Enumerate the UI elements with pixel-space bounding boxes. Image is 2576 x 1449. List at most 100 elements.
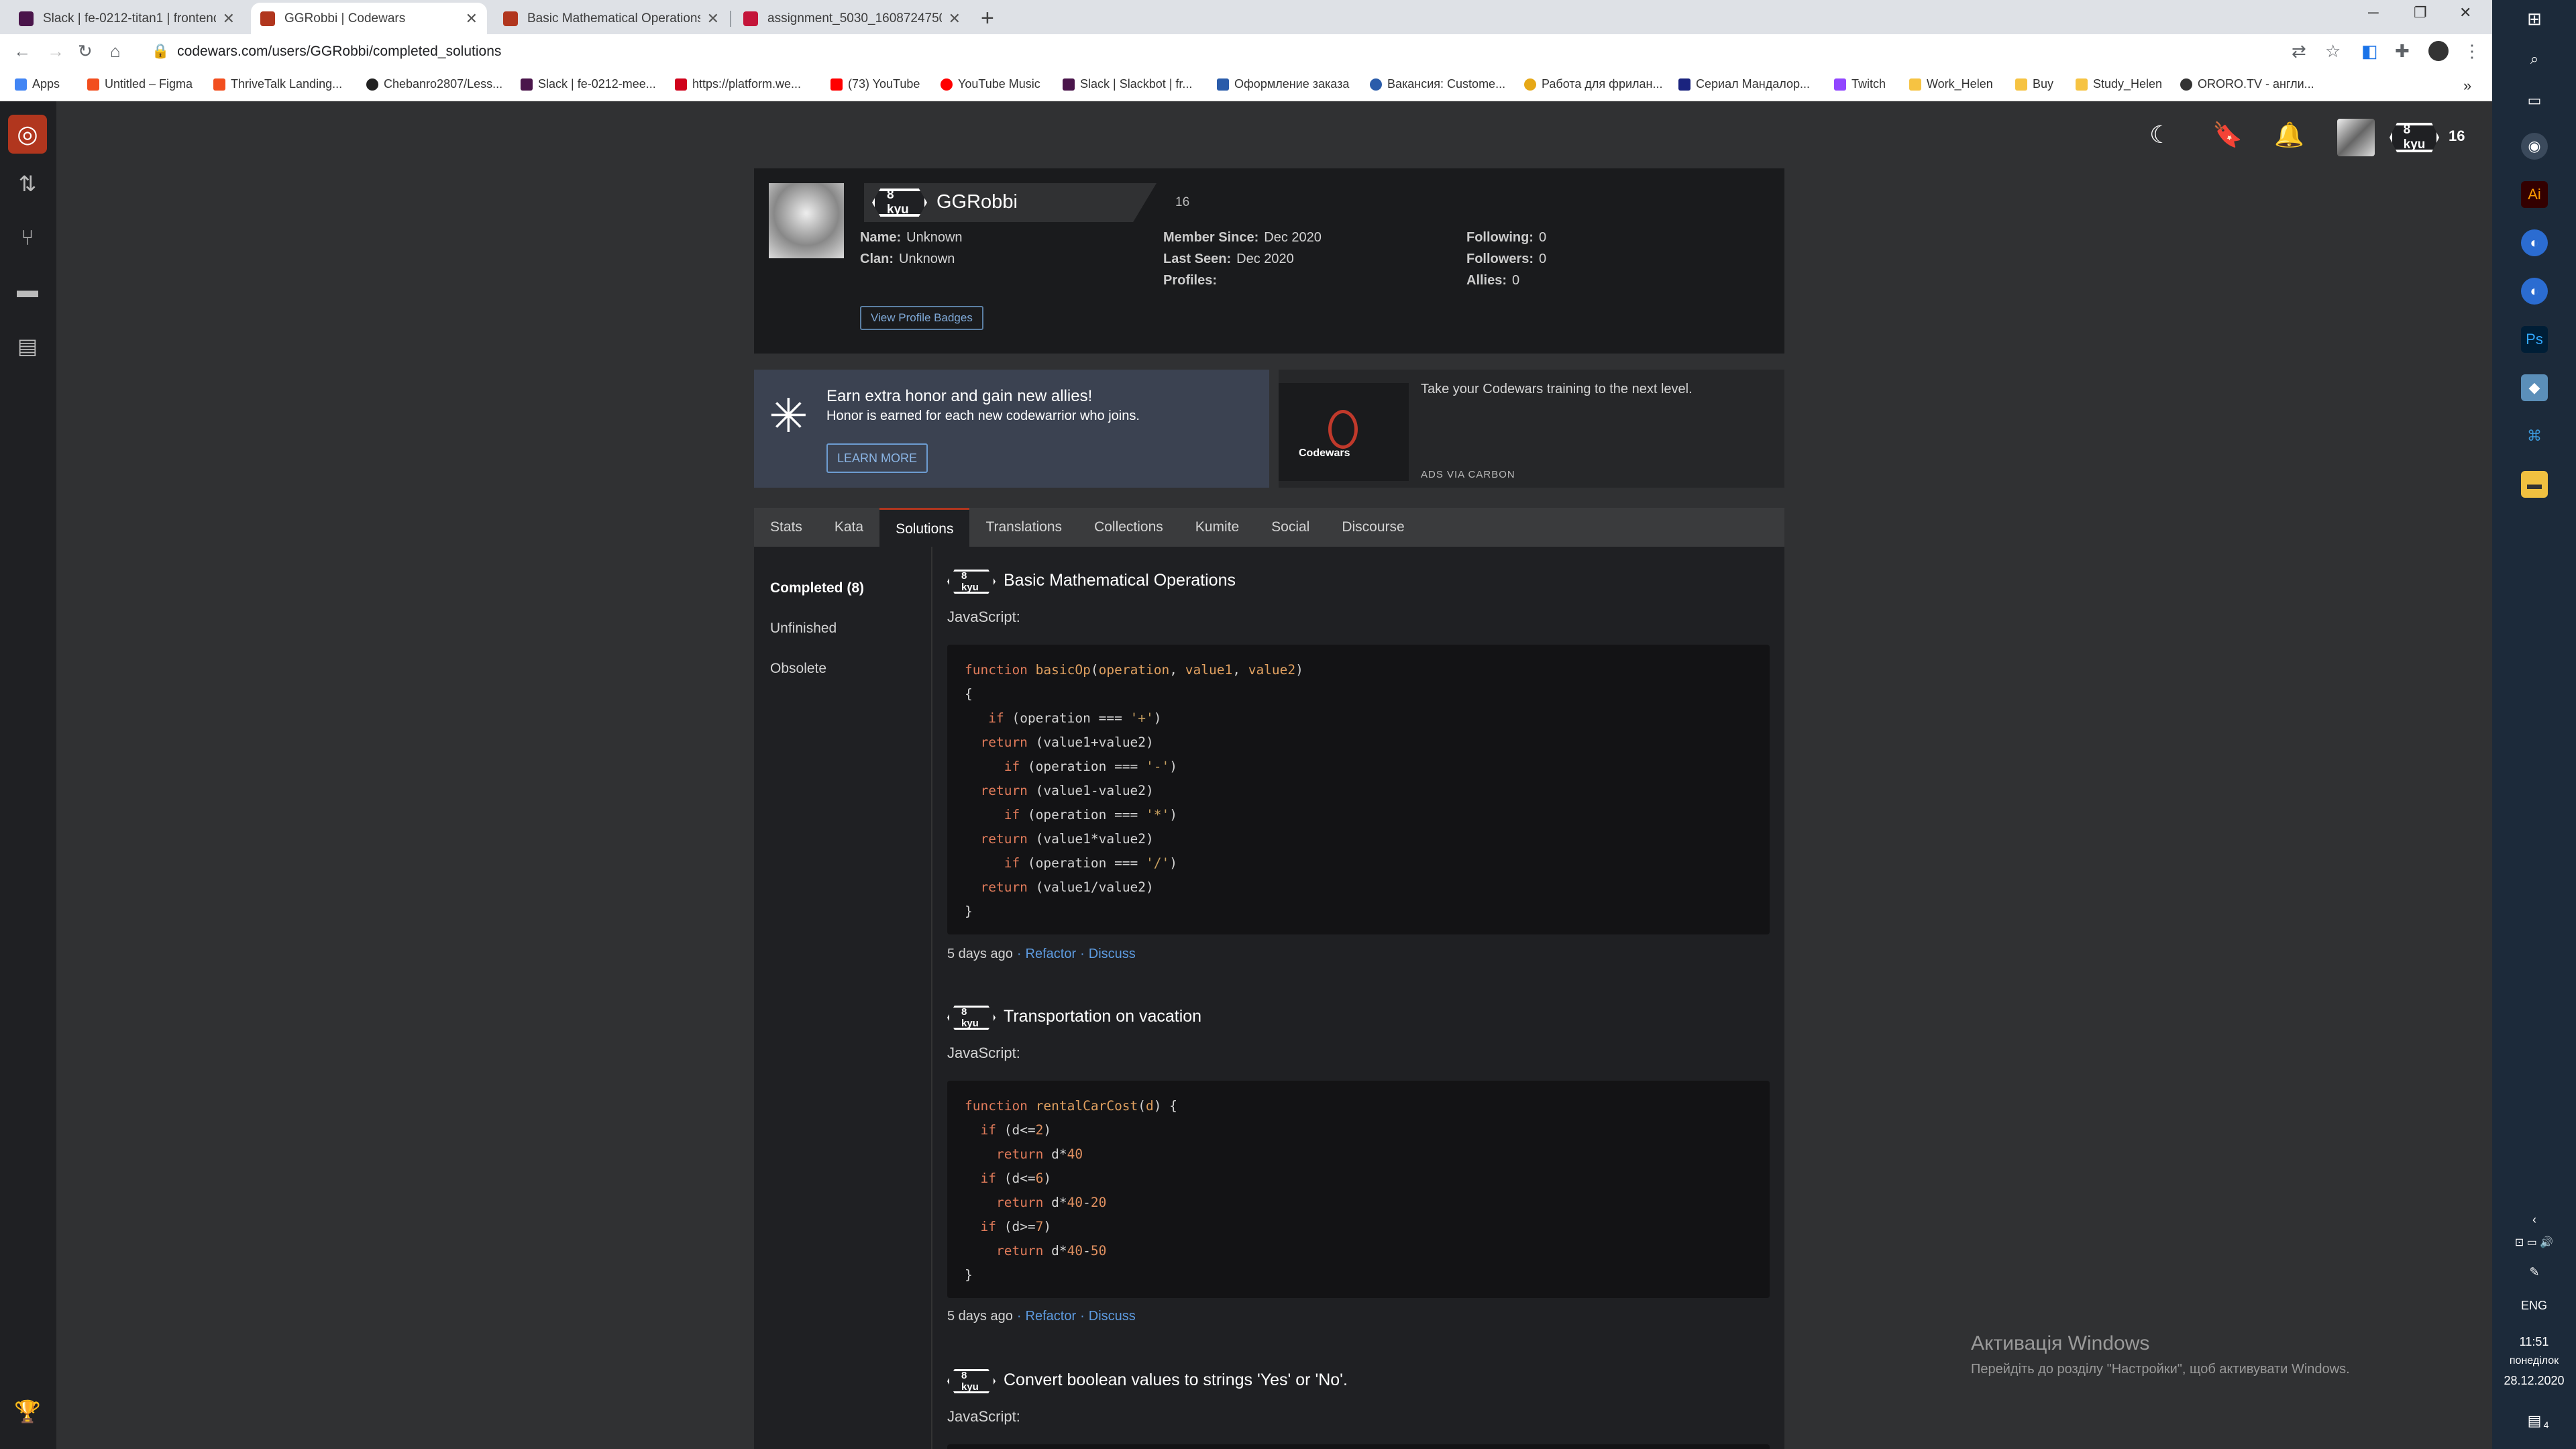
solution-title[interactable]: Convert boolean values to strings 'Yes' …: [1004, 1371, 1348, 1390]
trophy-icon[interactable]: 🏆: [12, 1396, 43, 1427]
new-tab-button[interactable]: +: [981, 5, 994, 32]
rank-badge[interactable]: 8 kyu: [2390, 123, 2439, 152]
bookmark-item[interactable]: Сериал Мандалор...: [1678, 77, 1810, 91]
tab-translations[interactable]: Translations: [969, 508, 1078, 547]
solution-title[interactable]: Basic Mathematical Operations: [1004, 571, 1236, 590]
close-tab-icon[interactable]: ✕: [466, 10, 478, 28]
bookmark-item[interactable]: ORORO.TV - англи...: [2180, 77, 2314, 91]
learn-more-button[interactable]: LEARN MORE: [826, 443, 928, 473]
bookmarks-icon[interactable]: 🔖: [2212, 121, 2243, 149]
bookmark-item[interactable]: Оформление заказа: [1217, 77, 1349, 91]
chrome-icon[interactable]: ◉: [2521, 133, 2548, 160]
close-tab-icon[interactable]: ✕: [223, 10, 235, 28]
bookmark-apps[interactable]: Apps: [15, 77, 60, 91]
bookmark-item[interactable]: Untitled – Figma: [87, 77, 193, 91]
dark-mode-icon[interactable]: ☾: [2149, 121, 2171, 149]
more-bookmarks-icon[interactable]: »: [2463, 77, 2471, 95]
solution-code[interactable]: function basicOp(operation, value1, valu…: [947, 645, 1770, 934]
bookmark-item[interactable]: Slack | fe-0212-mee...: [521, 77, 656, 91]
windows-start-icon[interactable]: ⊞: [2521, 5, 2548, 32]
translator-extension-icon[interactable]: ◧: [2361, 41, 2378, 62]
user-avatar[interactable]: [2337, 119, 2375, 156]
bookmark-item[interactable]: Вакансия: Custome...: [1370, 77, 1505, 91]
browser-tab-kata[interactable]: Basic Mathematical Operations | Codewars…: [494, 3, 729, 34]
ad-text[interactable]: Take your Codewars training to the next …: [1421, 382, 1693, 397]
kumite-icon[interactable]: ⑂: [12, 222, 43, 253]
bookmark-star-icon[interactable]: ☆: [2325, 41, 2341, 62]
app-icon[interactable]: ◐: [2521, 278, 2548, 305]
browser-tab-assignment[interactable]: assignment_5030_1608724750482 ✕: [734, 3, 970, 34]
account-avatar[interactable]: [2428, 41, 2449, 61]
forward-icon[interactable]: →: [47, 41, 64, 62]
notifications-icon[interactable]: 🔔: [2274, 121, 2304, 149]
address-bar[interactable]: 🔒 codewars.com/users/GGRobbi/completed_so…: [152, 44, 501, 60]
restore-icon[interactable]: ❐: [2414, 4, 2427, 21]
browser-tab-strip: Slack | fe-0212-titan1 | frontend ✕ GGRo…: [0, 0, 2492, 34]
practice-icon[interactable]: ⇅: [12, 168, 43, 199]
tab-solutions[interactable]: Solutions: [879, 508, 970, 547]
carbon-ad[interactable]: Codewars Take your Codewars training to …: [1279, 370, 1784, 488]
ad-image[interactable]: Codewars: [1279, 383, 1409, 481]
clock-day[interactable]: понеділок: [2492, 1355, 2576, 1367]
home-icon[interactable]: ⌂: [110, 41, 121, 62]
extensions-icon[interactable]: ✚: [2395, 41, 2410, 62]
discuss-link[interactable]: Discuss: [1089, 1309, 1136, 1324]
tab-social[interactable]: Social: [1255, 508, 1326, 547]
tab-kata[interactable]: Kata: [818, 508, 879, 547]
discussion-icon[interactable]: ▬: [12, 274, 43, 305]
tab-stats[interactable]: Stats: [754, 508, 818, 547]
chevron-left-icon[interactable]: ‹: [2521, 1206, 2548, 1233]
folder-icon: [1909, 78, 1921, 91]
subnav-obsolete[interactable]: Obsolete: [770, 661, 826, 677]
clock-date[interactable]: 28.12.2020: [2492, 1374, 2576, 1388]
close-window-icon[interactable]: ✕: [2459, 4, 2471, 21]
bookmark-item[interactable]: ThriveTalk Landing...: [213, 77, 342, 91]
bookmark-item[interactable]: Работа для фрилан...: [1524, 77, 1662, 91]
close-tab-icon[interactable]: ✕: [949, 10, 961, 28]
solution-code[interactable]: [947, 1444, 1770, 1449]
app-icon[interactable]: ◆: [2521, 374, 2548, 401]
view-badges-button[interactable]: View Profile Badges: [860, 306, 983, 330]
input-language[interactable]: ENG: [2492, 1299, 2576, 1313]
bookmark-item[interactable]: YouTube Music: [941, 77, 1040, 91]
solution-code[interactable]: function rentalCarCost(d) { if (d<=2) re…: [947, 1081, 1770, 1298]
search-icon[interactable]: ⌕: [2521, 46, 2548, 72]
pen-icon[interactable]: ✎: [2521, 1258, 2548, 1285]
tab-discourse[interactable]: Discourse: [1326, 508, 1420, 547]
ads-via-carbon-link[interactable]: ADS VIA CARBON: [1421, 469, 1515, 480]
app-icon[interactable]: ◐: [2521, 229, 2548, 256]
minimize-icon[interactable]: ─: [2368, 4, 2379, 21]
tray-icons[interactable]: ⊡ ▭ 🔊: [2492, 1236, 2576, 1249]
bookmark-folder[interactable]: Study_Helen: [2076, 77, 2162, 91]
close-tab-icon[interactable]: ✕: [707, 10, 719, 28]
bookmark-folder[interactable]: Work_Helen: [1909, 77, 1993, 91]
solution-title[interactable]: Transportation on vacation: [1004, 1007, 1201, 1026]
bookmark-item[interactable]: Slack | Slackbot | fr...: [1063, 77, 1192, 91]
bookmark-item[interactable]: (73) YouTube: [830, 77, 920, 91]
file-explorer-icon[interactable]: ▬: [2521, 471, 2548, 498]
bookmark-item[interactable]: https://platform.we...: [675, 77, 801, 91]
docs-icon[interactable]: ▤: [12, 331, 43, 362]
browser-tab-slack[interactable]: Slack | fe-0212-titan1 | frontend ✕: [9, 3, 244, 34]
tab-collections[interactable]: Collections: [1078, 508, 1179, 547]
photoshop-icon[interactable]: Ps: [2521, 326, 2548, 353]
translate-icon[interactable]: ⇄: [2292, 41, 2306, 62]
bookmark-item[interactable]: Chebanro2807/Less...: [366, 77, 502, 91]
refactor-link[interactable]: Refactor: [1026, 1309, 1077, 1324]
vscode-icon[interactable]: ⌘: [2521, 423, 2548, 449]
subnav-completed[interactable]: Completed (8): [770, 580, 864, 596]
back-icon[interactable]: ←: [13, 41, 31, 62]
tab-kumite[interactable]: Kumite: [1179, 508, 1255, 547]
task-view-icon[interactable]: ▭: [2521, 87, 2548, 114]
subnav-unfinished[interactable]: Unfinished: [770, 621, 837, 637]
clock-time[interactable]: 11:51: [2492, 1335, 2576, 1349]
browser-tab-profile[interactable]: GGRobbi | Codewars ✕: [251, 3, 487, 34]
illustrator-icon[interactable]: Ai: [2521, 181, 2548, 208]
discuss-link[interactable]: Discuss: [1089, 947, 1136, 961]
bookmark-folder[interactable]: Buy: [2015, 77, 2053, 91]
refactor-link[interactable]: Refactor: [1026, 947, 1077, 961]
codewars-logo-icon[interactable]: ◎: [8, 115, 47, 154]
reload-icon[interactable]: ↻: [78, 41, 93, 62]
bookmark-item[interactable]: Twitch: [1834, 77, 1886, 91]
menu-icon[interactable]: ⋮: [2463, 41, 2481, 62]
